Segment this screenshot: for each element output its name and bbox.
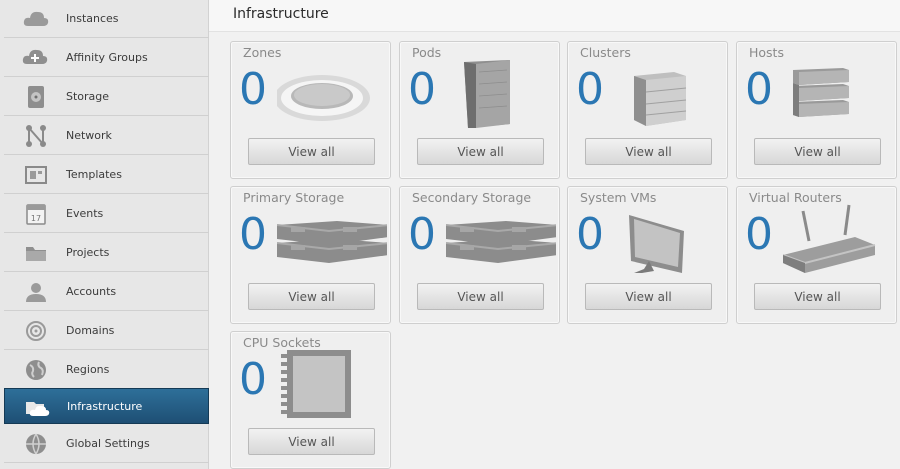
tile-count: 0 — [576, 209, 604, 260]
tile-count: 0 — [408, 64, 436, 115]
sidebar-item-label: Templates — [66, 168, 122, 181]
tile-title: Hosts — [749, 45, 784, 60]
monitor-icon — [629, 215, 684, 273]
sidebar-item-projects[interactable]: Projects — [4, 234, 209, 272]
view-all-button[interactable]: View all — [417, 138, 544, 165]
tile-count: 0 — [576, 64, 604, 115]
sidebar-item-label: Events — [66, 207, 104, 220]
disk-icon — [28, 86, 44, 108]
sidebar-item-global-settings[interactable]: Global Settings — [4, 425, 209, 463]
sidebar-item-label: Network — [66, 129, 112, 142]
cpu-icon — [281, 350, 351, 418]
tile-virtual-routers: Virtual Routers 0 View all — [736, 186, 897, 324]
sidebar-item-instances[interactable]: Instances — [4, 0, 209, 38]
view-all-button[interactable]: View all — [754, 138, 881, 165]
sidebar-item-events[interactable]: 17 Events — [4, 195, 209, 233]
tile-pods: Pods 0 View all — [399, 41, 560, 179]
primary-storage-icon — [277, 221, 387, 263]
header-strip: Infrastructure — [209, 0, 900, 32]
tile-cpu-sockets: CPU Sockets 0 View all — [230, 331, 391, 469]
tile-zones: Zones 0 View all — [230, 41, 391, 179]
sidebar-item-regions[interactable]: Regions — [4, 351, 209, 389]
tile-clusters: Clusters 0 View all — [567, 41, 728, 179]
settings-globe-icon — [26, 433, 46, 455]
tile-hosts: Hosts 0 View all — [736, 41, 897, 179]
sidebar-item-label: Affinity Groups — [66, 51, 148, 64]
view-all-button[interactable]: View all — [585, 138, 712, 165]
tile-title: Pods — [412, 45, 442, 60]
sidebar-item-templates[interactable]: Templates — [4, 156, 209, 194]
sidebar-item-label: Domains — [66, 324, 115, 337]
router-icon — [783, 204, 876, 273]
view-all-button[interactable]: View all — [248, 428, 375, 455]
tile-primary-storage: Primary Storage 0 View all — [230, 186, 391, 324]
sidebar: Instances Affinity Groups Storage Networ… — [0, 0, 209, 469]
user-icon — [26, 283, 46, 302]
sidebar-item-storage[interactable]: Storage — [4, 78, 209, 116]
sidebar-item-label: Global Settings — [66, 437, 150, 450]
tile-secondary-storage: Secondary Storage 0 View all — [399, 186, 560, 324]
sidebar-item-label: Infrastructure — [67, 399, 143, 413]
sidebar-item-label: Projects — [66, 246, 110, 259]
secondary-storage-icon — [446, 221, 556, 263]
cluster-icon — [634, 72, 687, 126]
tile-count: 0 — [239, 354, 267, 405]
globe-icon — [26, 360, 46, 380]
templates-icon — [25, 166, 47, 184]
zone-icon — [277, 75, 370, 121]
tile-count: 0 — [239, 209, 267, 260]
sidebar-item-domains[interactable]: Domains — [4, 312, 209, 350]
tile-count: 0 — [745, 209, 773, 260]
calendar-icon: 17 — [26, 204, 46, 225]
sidebar-item-network[interactable]: Network — [4, 117, 209, 155]
page-title: Infrastructure — [233, 6, 329, 22]
sidebar-item-label: Regions — [66, 363, 110, 376]
folder-icon — [26, 247, 46, 261]
view-all-button[interactable]: View all — [248, 138, 375, 165]
sidebar-item-label: Accounts — [66, 285, 117, 298]
main-content: Infrastructure Zones 0 View all Pods 0 V… — [209, 0, 900, 469]
sidebar-item-label: Instances — [66, 12, 119, 25]
cloud-affinity-icon — [22, 49, 48, 64]
sidebar-item-accounts[interactable]: Accounts — [4, 273, 209, 311]
cloud-icon — [23, 11, 49, 26]
calendar-day: 17 — [31, 214, 41, 223]
view-all-button[interactable]: View all — [754, 283, 881, 310]
sidebar-item-infrastructure[interactable]: Infrastructure — [4, 388, 209, 424]
host-icon — [793, 68, 849, 117]
tile-count: 0 — [408, 209, 436, 260]
infrastructure-icon — [26, 402, 50, 416]
domains-icon — [26, 321, 46, 341]
sidebar-item-affinity-groups[interactable]: Affinity Groups — [4, 39, 209, 77]
view-all-button[interactable]: View all — [585, 283, 712, 310]
tile-system-vms: System VMs 0 View all — [567, 186, 728, 324]
tile-count: 0 — [745, 64, 773, 115]
tile-title: Zones — [243, 45, 282, 60]
tile-count: 0 — [239, 64, 267, 115]
view-all-button[interactable]: View all — [417, 283, 544, 310]
network-icon — [26, 125, 46, 147]
pod-rack-icon — [464, 60, 510, 128]
view-all-button[interactable]: View all — [248, 283, 375, 310]
sidebar-item-label: Storage — [66, 90, 110, 103]
